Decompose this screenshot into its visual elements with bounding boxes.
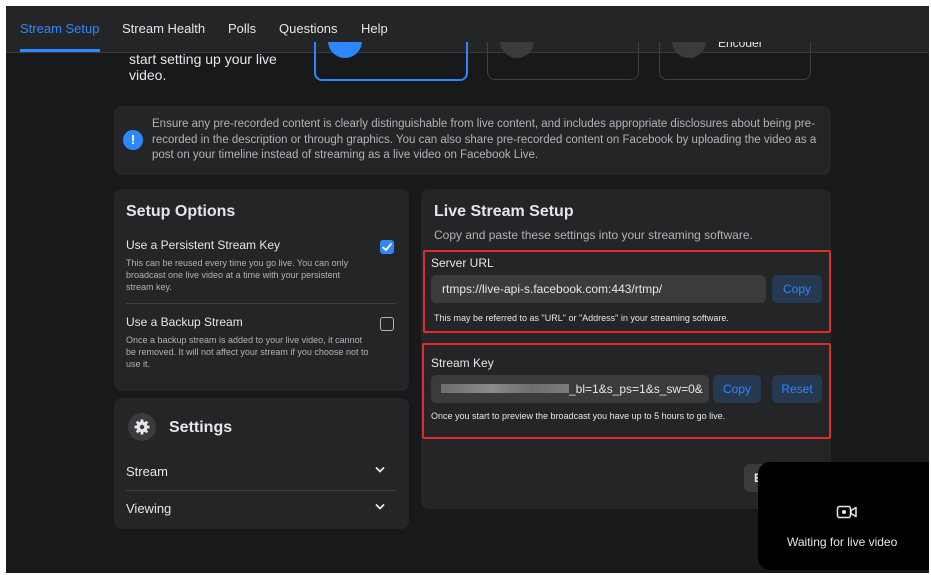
backup-stream-checkbox[interactable] (380, 317, 394, 331)
settings-item-stream[interactable]: Stream (126, 458, 396, 486)
prerecorded-notice: ! Ensure any pre-recorded content is cle… (114, 106, 831, 175)
settings-gear-container (128, 413, 156, 441)
persistent-key-checkbox[interactable] (380, 240, 394, 254)
tab-polls[interactable]: Polls (228, 6, 256, 52)
selected-option-icon (328, 42, 362, 58)
chevron-down-icon (375, 504, 385, 510)
setup-options-divider (126, 303, 396, 304)
encoder-option-icon (672, 42, 706, 58)
stream-key-highlight (422, 343, 831, 439)
stream-source-option-selected[interactable] (314, 42, 468, 81)
settings-card: Settings Stream Viewing (114, 398, 409, 529)
stream-source-option-encoder[interactable]: Encoder (659, 42, 811, 80)
persistent-key-description: This can be reused every time you go liv… (126, 258, 349, 292)
preview-status-text: Waiting for live video (787, 535, 898, 549)
intro-text: start setting up your live video. (129, 51, 277, 83)
settings-item-stream-label: Stream (126, 464, 168, 479)
setup-options-title: Setup Options (126, 203, 236, 220)
checkmark-icon (382, 243, 392, 251)
backup-stream-description: Once a backup stream is added to your li… (126, 335, 369, 369)
live-preview-panel: Waiting for live video (758, 462, 929, 570)
setup-options-card: Setup Options Use a Persistent Stream Ke… (114, 189, 409, 391)
settings-title: Settings (169, 419, 233, 436)
live-setup-subtitle: Copy and paste these settings into your … (434, 228, 753, 242)
option-2-icon (500, 42, 534, 58)
server-url-highlight (423, 250, 831, 333)
persistent-key-label: Use a Persistent Stream Key (126, 238, 281, 252)
info-icon: ! (123, 130, 143, 150)
notice-text: Ensure any pre-recorded content is clear… (152, 118, 817, 162)
live-setup-title: Live Stream Setup (434, 203, 574, 220)
settings-item-viewing[interactable]: Viewing (126, 495, 396, 523)
video-camera-icon (836, 505, 857, 519)
gear-icon (134, 419, 150, 435)
chevron-down-icon (375, 467, 385, 473)
settings-item-viewing-label: Viewing (126, 501, 172, 516)
tab-stream-health[interactable]: Stream Health (122, 6, 205, 52)
tab-stream-setup[interactable]: Stream Setup (20, 6, 100, 52)
app-window: Stream Setup Stream Health Polls Questio… (6, 6, 929, 573)
stream-source-option-2[interactable] (487, 42, 639, 80)
backup-stream-label: Use a Backup Stream (126, 315, 243, 329)
settings-divider (126, 490, 396, 491)
encoder-option-label: Encoder (718, 42, 763, 50)
